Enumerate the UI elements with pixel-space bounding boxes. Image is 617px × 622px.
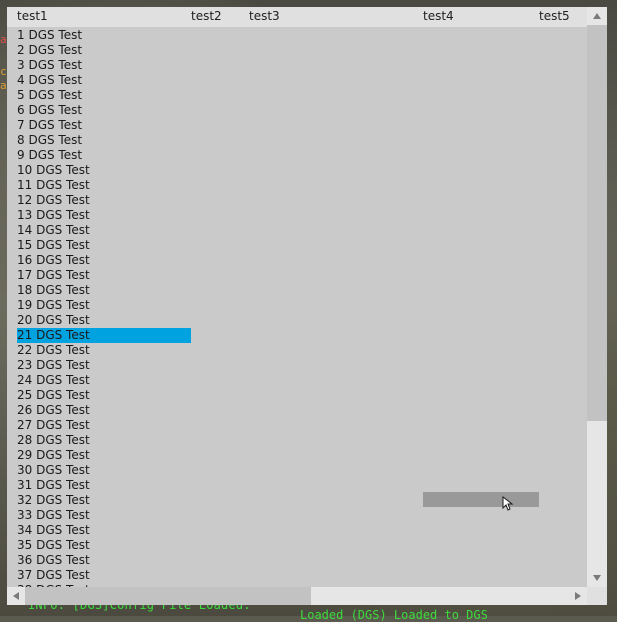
list-item[interactable]: 30 DGS Test bbox=[17, 463, 191, 478]
vertical-scroll-thumb[interactable] bbox=[587, 25, 607, 421]
list-item[interactable]: 24 DGS Test bbox=[17, 373, 191, 388]
list-item[interactable]: 37 DGS Test bbox=[17, 568, 191, 583]
triangle-down-icon bbox=[593, 575, 601, 581]
list-item[interactable]: 36 DGS Test bbox=[17, 553, 191, 568]
list-item[interactable]: 3 DGS Test bbox=[17, 58, 191, 73]
background-chat-fragment: c bbox=[0, 65, 7, 78]
triangle-left-icon bbox=[13, 592, 19, 600]
column-header[interactable]: test3 bbox=[249, 9, 280, 23]
column-header[interactable]: test2 bbox=[191, 9, 222, 23]
list-item[interactable]: 11 DGS Test bbox=[17, 178, 191, 193]
list-item[interactable]: 15 DGS Test bbox=[17, 238, 191, 253]
scroll-right-button[interactable] bbox=[569, 587, 587, 605]
list-item[interactable]: 10 DGS Test bbox=[17, 163, 191, 178]
list-item[interactable]: 32 DGS Test bbox=[17, 493, 191, 508]
list-item[interactable]: 33 DGS Test bbox=[17, 508, 191, 523]
list-item[interactable]: 5 DGS Test bbox=[17, 88, 191, 103]
horizontal-scrollbar[interactable] bbox=[7, 587, 587, 605]
list-item[interactable]: 7 DGS Test bbox=[17, 118, 191, 133]
list-item[interactable]: 13 DGS Test bbox=[17, 208, 191, 223]
column-header[interactable]: test4 bbox=[423, 9, 454, 23]
list-item[interactable]: 29 DGS Test bbox=[17, 448, 191, 463]
scroll-down-button[interactable] bbox=[587, 569, 607, 587]
hovered-cell[interactable] bbox=[423, 492, 539, 507]
list-item[interactable]: 8 DGS Test bbox=[17, 133, 191, 148]
vertical-scrollbar[interactable] bbox=[587, 7, 607, 587]
list-item[interactable]: 12 DGS Test bbox=[17, 193, 191, 208]
list-item[interactable]: 16 DGS Test bbox=[17, 253, 191, 268]
triangle-right-icon bbox=[575, 592, 581, 600]
list-item[interactable]: 18 DGS Test bbox=[17, 283, 191, 298]
list-item[interactable]: 19 DGS Test bbox=[17, 298, 191, 313]
list-item[interactable]: 28 DGS Test bbox=[17, 433, 191, 448]
scrollbar-corner bbox=[587, 587, 607, 605]
mouse-pointer-icon bbox=[502, 496, 514, 511]
triangle-up-icon bbox=[593, 13, 601, 19]
list-item[interactable]: 4 DGS Test bbox=[17, 73, 191, 88]
list-item[interactable]: 27 DGS Test bbox=[17, 418, 191, 433]
list-item[interactable]: 20 DGS Test bbox=[17, 313, 191, 328]
list-item[interactable]: 14 DGS Test bbox=[17, 223, 191, 238]
column-header-bar: test1 test2 test3 test4 test5 bbox=[7, 7, 587, 27]
list-item[interactable]: 26 DGS Test bbox=[17, 403, 191, 418]
list-item[interactable]: 17 DGS Test bbox=[17, 268, 191, 283]
background-log-line: Loaded (DGS) Loaded to DGS bbox=[300, 608, 488, 622]
list-item[interactable]: 6 DGS Test bbox=[17, 103, 191, 118]
grid-list[interactable]: test1 test2 test3 test4 test5 1 DGS Test… bbox=[7, 7, 607, 605]
column-header[interactable]: test1 bbox=[17, 9, 48, 23]
scroll-left-button[interactable] bbox=[7, 587, 25, 605]
list-item[interactable]: 31 DGS Test bbox=[17, 478, 191, 493]
list-item[interactable]: 23 DGS Test bbox=[17, 358, 191, 373]
list-item[interactable]: 22 DGS Test bbox=[17, 343, 191, 358]
background-chat-fragment: a bbox=[0, 79, 7, 92]
column-header[interactable]: test5 bbox=[539, 9, 570, 23]
background-chat-fragment: a bbox=[0, 33, 7, 46]
list-item[interactable]: 2 DGS Test bbox=[17, 43, 191, 58]
list-item[interactable]: 25 DGS Test bbox=[17, 388, 191, 403]
horizontal-scroll-thumb[interactable] bbox=[25, 587, 311, 605]
list-item[interactable]: 1 DGS Test bbox=[17, 28, 191, 43]
list-item[interactable]: 9 DGS Test bbox=[17, 148, 191, 163]
list-item[interactable]: 21 DGS Test bbox=[17, 328, 191, 343]
scroll-up-button[interactable] bbox=[587, 7, 607, 25]
list-item[interactable]: 34 DGS Test bbox=[17, 523, 191, 538]
list-item[interactable]: 35 DGS Test bbox=[17, 538, 191, 553]
